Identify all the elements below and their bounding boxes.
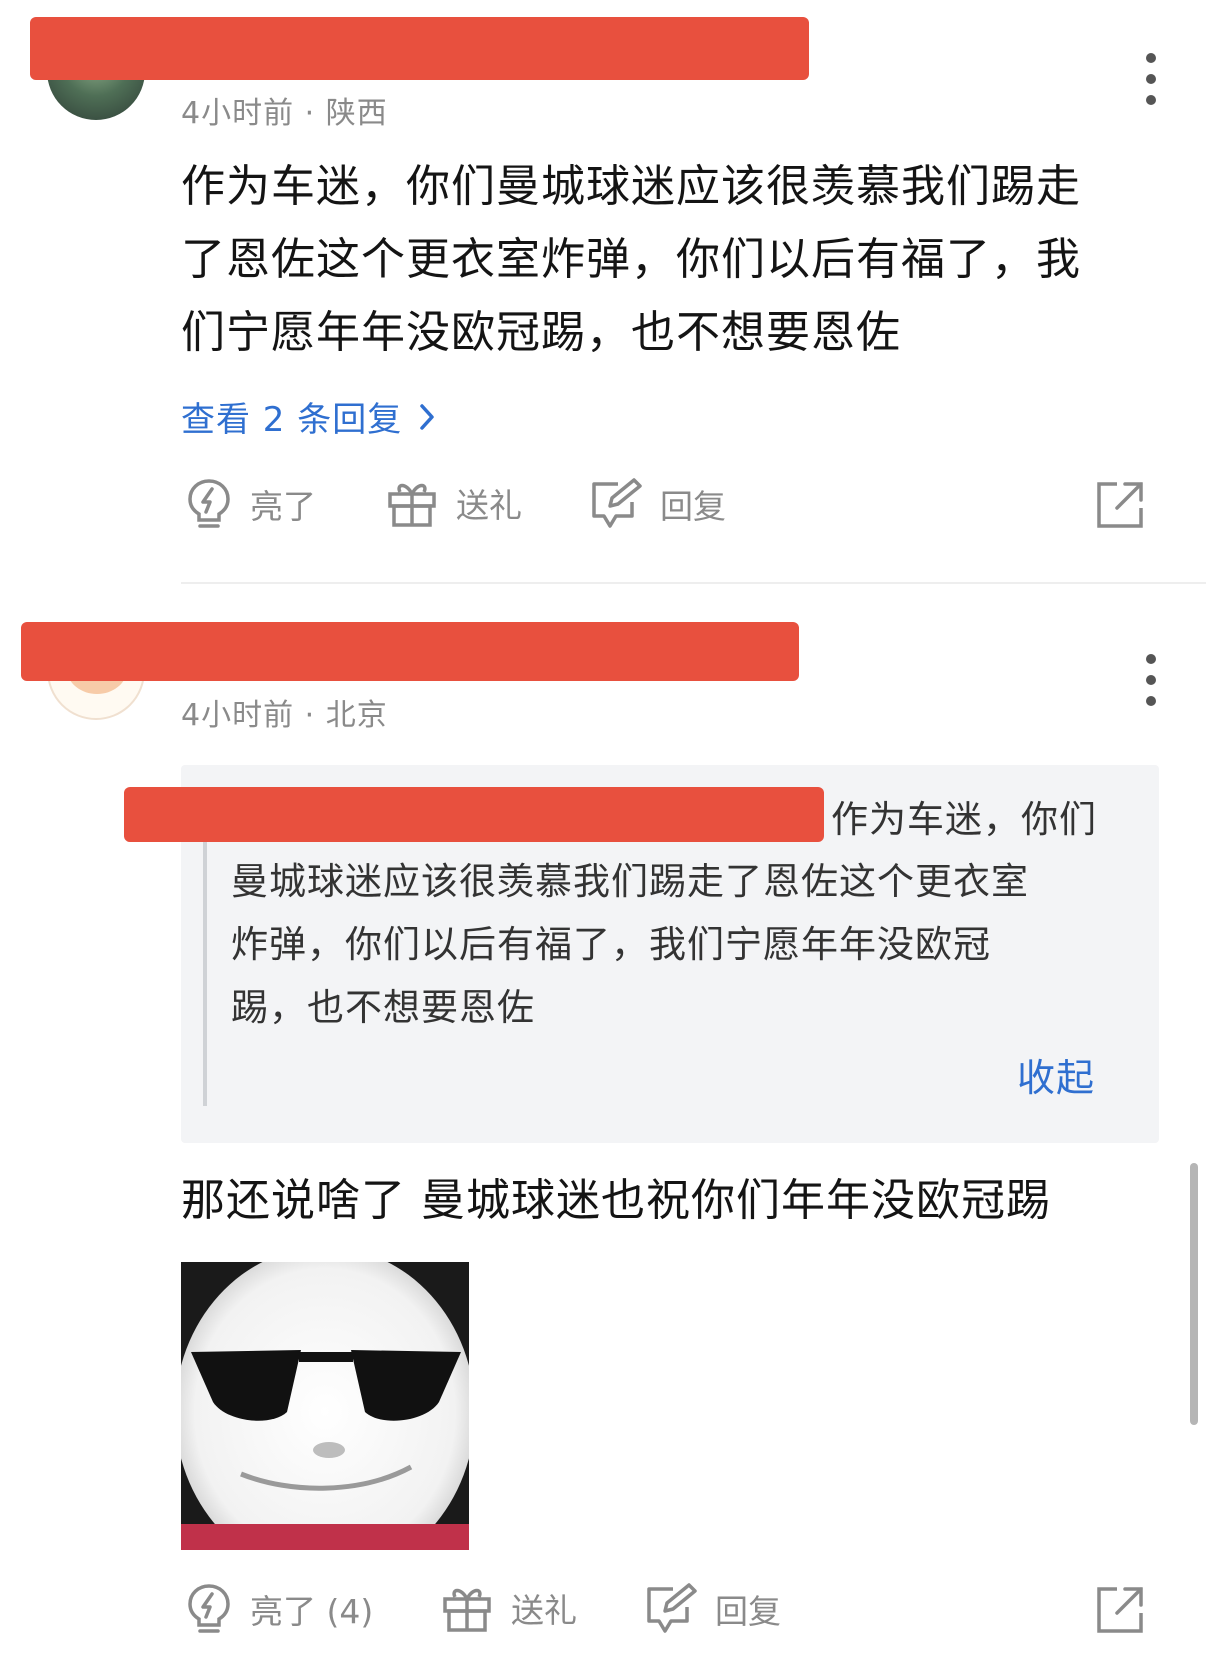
view-replies-link[interactable]: 查看 2 条回复: [181, 392, 436, 441]
comment-meta: 4小时前 · 陕西: [181, 96, 388, 131]
gift-button[interactable]: 送礼: [386, 478, 522, 528]
like-label: 亮了: [250, 487, 316, 526]
comment-line: 了恩佐这个更衣室炸弹，你们以后有福了，我: [181, 234, 1081, 285]
lightbulb-icon: [188, 479, 230, 528]
quote-line: 曼城球迷应该很羡慕我们踢走了恩佐这个更衣室: [231, 860, 1029, 903]
reply-label: 回复: [715, 1592, 781, 1631]
redacted-username: [30, 17, 809, 80]
more-vertical-icon[interactable]: [1144, 53, 1158, 105]
redacted-username: [21, 622, 799, 681]
reply-edit-icon: [647, 1583, 697, 1633]
gift-icon: [388, 483, 436, 527]
lightbulb-icon: [188, 1584, 230, 1633]
share-external-icon[interactable]: [1095, 480, 1145, 534]
more-vertical-icon[interactable]: [1144, 654, 1158, 706]
collapse-link[interactable]: 收起: [1017, 1047, 1095, 1102]
comment-meta: 4小时前 · 北京: [181, 698, 388, 733]
gift-label: 送礼: [456, 486, 522, 525]
scrollbar[interactable]: [1190, 1163, 1198, 1425]
like-button[interactable]: 亮了: [186, 478, 316, 530]
reply-label: 回复: [660, 487, 726, 526]
comment-body: 那还说啥了 曼城球迷也祝你们年年没欧冠踢: [181, 1175, 1051, 1226]
quote-line: 踢，也不想要恩佐: [231, 986, 535, 1029]
comment-line: 作为车迷，你们曼城球迷应该很羡慕我们踢走: [181, 161, 1081, 212]
gift-button[interactable]: 送礼: [441, 1583, 577, 1633]
quote-bar: [203, 800, 207, 1106]
like-button[interactable]: 亮了 (4): [186, 1583, 373, 1635]
quote-line: 炸弹，你们以后有福了，我们宁愿年年没欧冠: [231, 923, 991, 966]
sunglasses-face-sticker[interactable]: [181, 1262, 469, 1550]
reply-edit-icon: [592, 478, 642, 528]
chevron-right-icon: [420, 403, 434, 430]
reply-button[interactable]: 回复: [588, 478, 726, 530]
comment-body: 作为车迷，你们曼城球迷应该很羡慕我们踢走 了恩佐这个更衣室炸弹，你们以后有福了，…: [181, 150, 1081, 369]
gift-label: 送礼: [511, 1591, 577, 1630]
gift-icon: [443, 1588, 491, 1632]
redacted-quoted-username: [124, 787, 824, 842]
divider: [181, 582, 1206, 584]
quote-body: 曼城球迷应该很羡慕我们踢走了恩佐这个更衣室 炸弹，你们以后有福了，我们宁愿年年没…: [231, 850, 1029, 1039]
view-replies-label: 查看 2 条回复: [181, 400, 403, 440]
like-label: 亮了 (4): [250, 1592, 374, 1631]
share-external-icon[interactable]: [1095, 1585, 1145, 1639]
quote-first-line-tail: 作为车迷，你们: [831, 798, 1097, 841]
reply-button[interactable]: 回复: [643, 1583, 781, 1635]
comment-line: 们宁愿年年没欧冠踢，也不想要恩佐: [181, 307, 901, 358]
